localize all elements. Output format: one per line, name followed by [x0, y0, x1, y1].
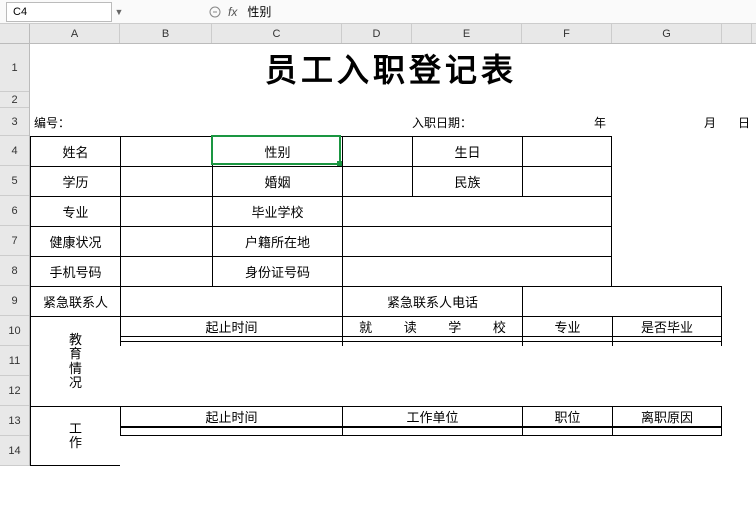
column-headers: A B C D E F G [0, 24, 756, 44]
cancel-icon[interactable] [206, 6, 224, 18]
label-work-reason: 离职原因 [612, 406, 722, 427]
label-grad-school: 毕业学校 [212, 196, 342, 226]
col-header-g[interactable]: G [612, 24, 722, 43]
col-header-f[interactable]: F [522, 24, 612, 43]
row-headers: 1 2 3 4 5 6 7 8 9 10 11 12 13 14 [0, 44, 30, 466]
field-edu-major-2[interactable] [522, 341, 612, 346]
row-header-8[interactable]: 8 [0, 256, 29, 286]
field-major[interactable] [120, 196, 212, 226]
row-header-14[interactable]: 14 [0, 436, 29, 466]
field-grad-school[interactable] [342, 196, 612, 226]
field-work-period-1[interactable] [120, 427, 342, 436]
row-header-7[interactable]: 7 [0, 226, 29, 256]
field-edu-school-2[interactable] [342, 341, 522, 346]
label-ethnic: 民族 [412, 166, 522, 196]
row-header-1[interactable]: 1 [0, 44, 29, 92]
fx-icon[interactable]: fx [228, 5, 237, 19]
col-header-d[interactable]: D [342, 24, 412, 43]
col-header-b[interactable]: B [120, 24, 212, 43]
field-work-company-1[interactable] [342, 427, 522, 436]
label-work-position: 职位 [522, 406, 612, 427]
label-huji: 户籍所在地 [212, 226, 342, 256]
field-contact-phone[interactable] [522, 286, 722, 316]
label-edu-school: 就 读 学 校 [342, 316, 522, 336]
row-header-11[interactable]: 11 [0, 346, 29, 376]
select-all-corner[interactable] [0, 24, 30, 43]
label-contact-phone: 紧急联系人电话 [342, 286, 522, 316]
label-marriage: 婚姻 [212, 166, 342, 196]
label-health: 健康状况 [30, 226, 120, 256]
formula-bar: C4 ▼ fx 性别 [0, 0, 756, 24]
label-day: 日 [722, 114, 752, 131]
field-gender[interactable] [342, 136, 412, 166]
label-month: 月 [612, 114, 722, 131]
row-header-4[interactable]: 4 [0, 136, 29, 166]
label-edu-grad: 是否毕业 [612, 316, 722, 336]
label-work-period: 起止时间 [120, 406, 342, 427]
cell-reference-value: C4 [13, 6, 27, 18]
row-header-13[interactable]: 13 [0, 406, 29, 436]
row-header-3[interactable]: 3 [0, 108, 29, 136]
label-work-company: 工作单位 [342, 406, 522, 427]
label-birth: 生日 [412, 136, 522, 166]
field-phone[interactable] [120, 256, 212, 286]
field-huji[interactable] [342, 226, 612, 256]
label-idno: 身份证号码 [212, 256, 342, 286]
label-contact: 紧急联系人 [30, 286, 120, 316]
col-header-blank[interactable] [722, 24, 752, 43]
label-edu-history: 教育情况 [30, 316, 120, 406]
field-idno[interactable] [342, 256, 612, 286]
label-major: 专业 [30, 196, 120, 226]
cell-ref-dropdown[interactable]: ▼ [112, 7, 126, 17]
field-edu-grad-2[interactable] [612, 341, 722, 346]
row-header-12[interactable]: 12 [0, 376, 29, 406]
col-header-a[interactable]: A [30, 24, 120, 43]
formula-input[interactable]: 性别 [241, 2, 756, 22]
header-row: 编号： 入职日期： 年 月 日 [30, 108, 752, 136]
label-work-history: 工作 [30, 406, 120, 466]
field-marriage[interactable] [342, 166, 412, 196]
col-header-c[interactable]: C [212, 24, 342, 43]
label-entry-date: 入职日期： [412, 114, 522, 131]
field-work-reason-1[interactable] [612, 427, 722, 436]
form-table: 姓名 性别 生日 学历 婚姻 民族 专业 [30, 136, 752, 436]
row-header-5[interactable]: 5 [0, 166, 29, 196]
label-edu-major: 专业 [522, 316, 612, 336]
label-education: 学历 [30, 166, 120, 196]
label-gender: 性别 [212, 136, 342, 166]
sheet-content[interactable]: 员工入职登记表 编号： 入职日期： 年 月 日 姓名 性别 生日 [30, 44, 752, 466]
field-health[interactable] [120, 226, 212, 256]
field-ethnic[interactable] [522, 166, 612, 196]
form-title: 员工入职登记表 [30, 44, 752, 92]
blank-row [30, 92, 752, 108]
field-work-position-1[interactable] [522, 427, 612, 436]
field-name[interactable] [120, 136, 212, 166]
field-birth[interactable] [522, 136, 612, 166]
formula-value: 性别 [247, 3, 271, 20]
field-edu-period-2[interactable] [120, 341, 342, 346]
field-education[interactable] [120, 166, 212, 196]
field-contact[interactable] [120, 286, 342, 316]
row-header-9[interactable]: 9 [0, 286, 29, 316]
label-number: 编号： [30, 114, 120, 131]
col-header-e[interactable]: E [412, 24, 522, 43]
row-header-10[interactable]: 10 [0, 316, 29, 346]
label-phone: 手机号码 [30, 256, 120, 286]
spreadsheet-grid: A B C D E F G 1 2 3 4 5 6 7 8 9 10 11 12… [0, 24, 756, 466]
label-edu-period: 起止时间 [120, 316, 342, 336]
cell-reference-box[interactable]: C4 [6, 2, 112, 22]
label-year: 年 [522, 114, 612, 131]
label-name: 姓名 [30, 136, 120, 166]
row-header-6[interactable]: 6 [0, 196, 29, 226]
row-header-2[interactable]: 2 [0, 92, 29, 108]
